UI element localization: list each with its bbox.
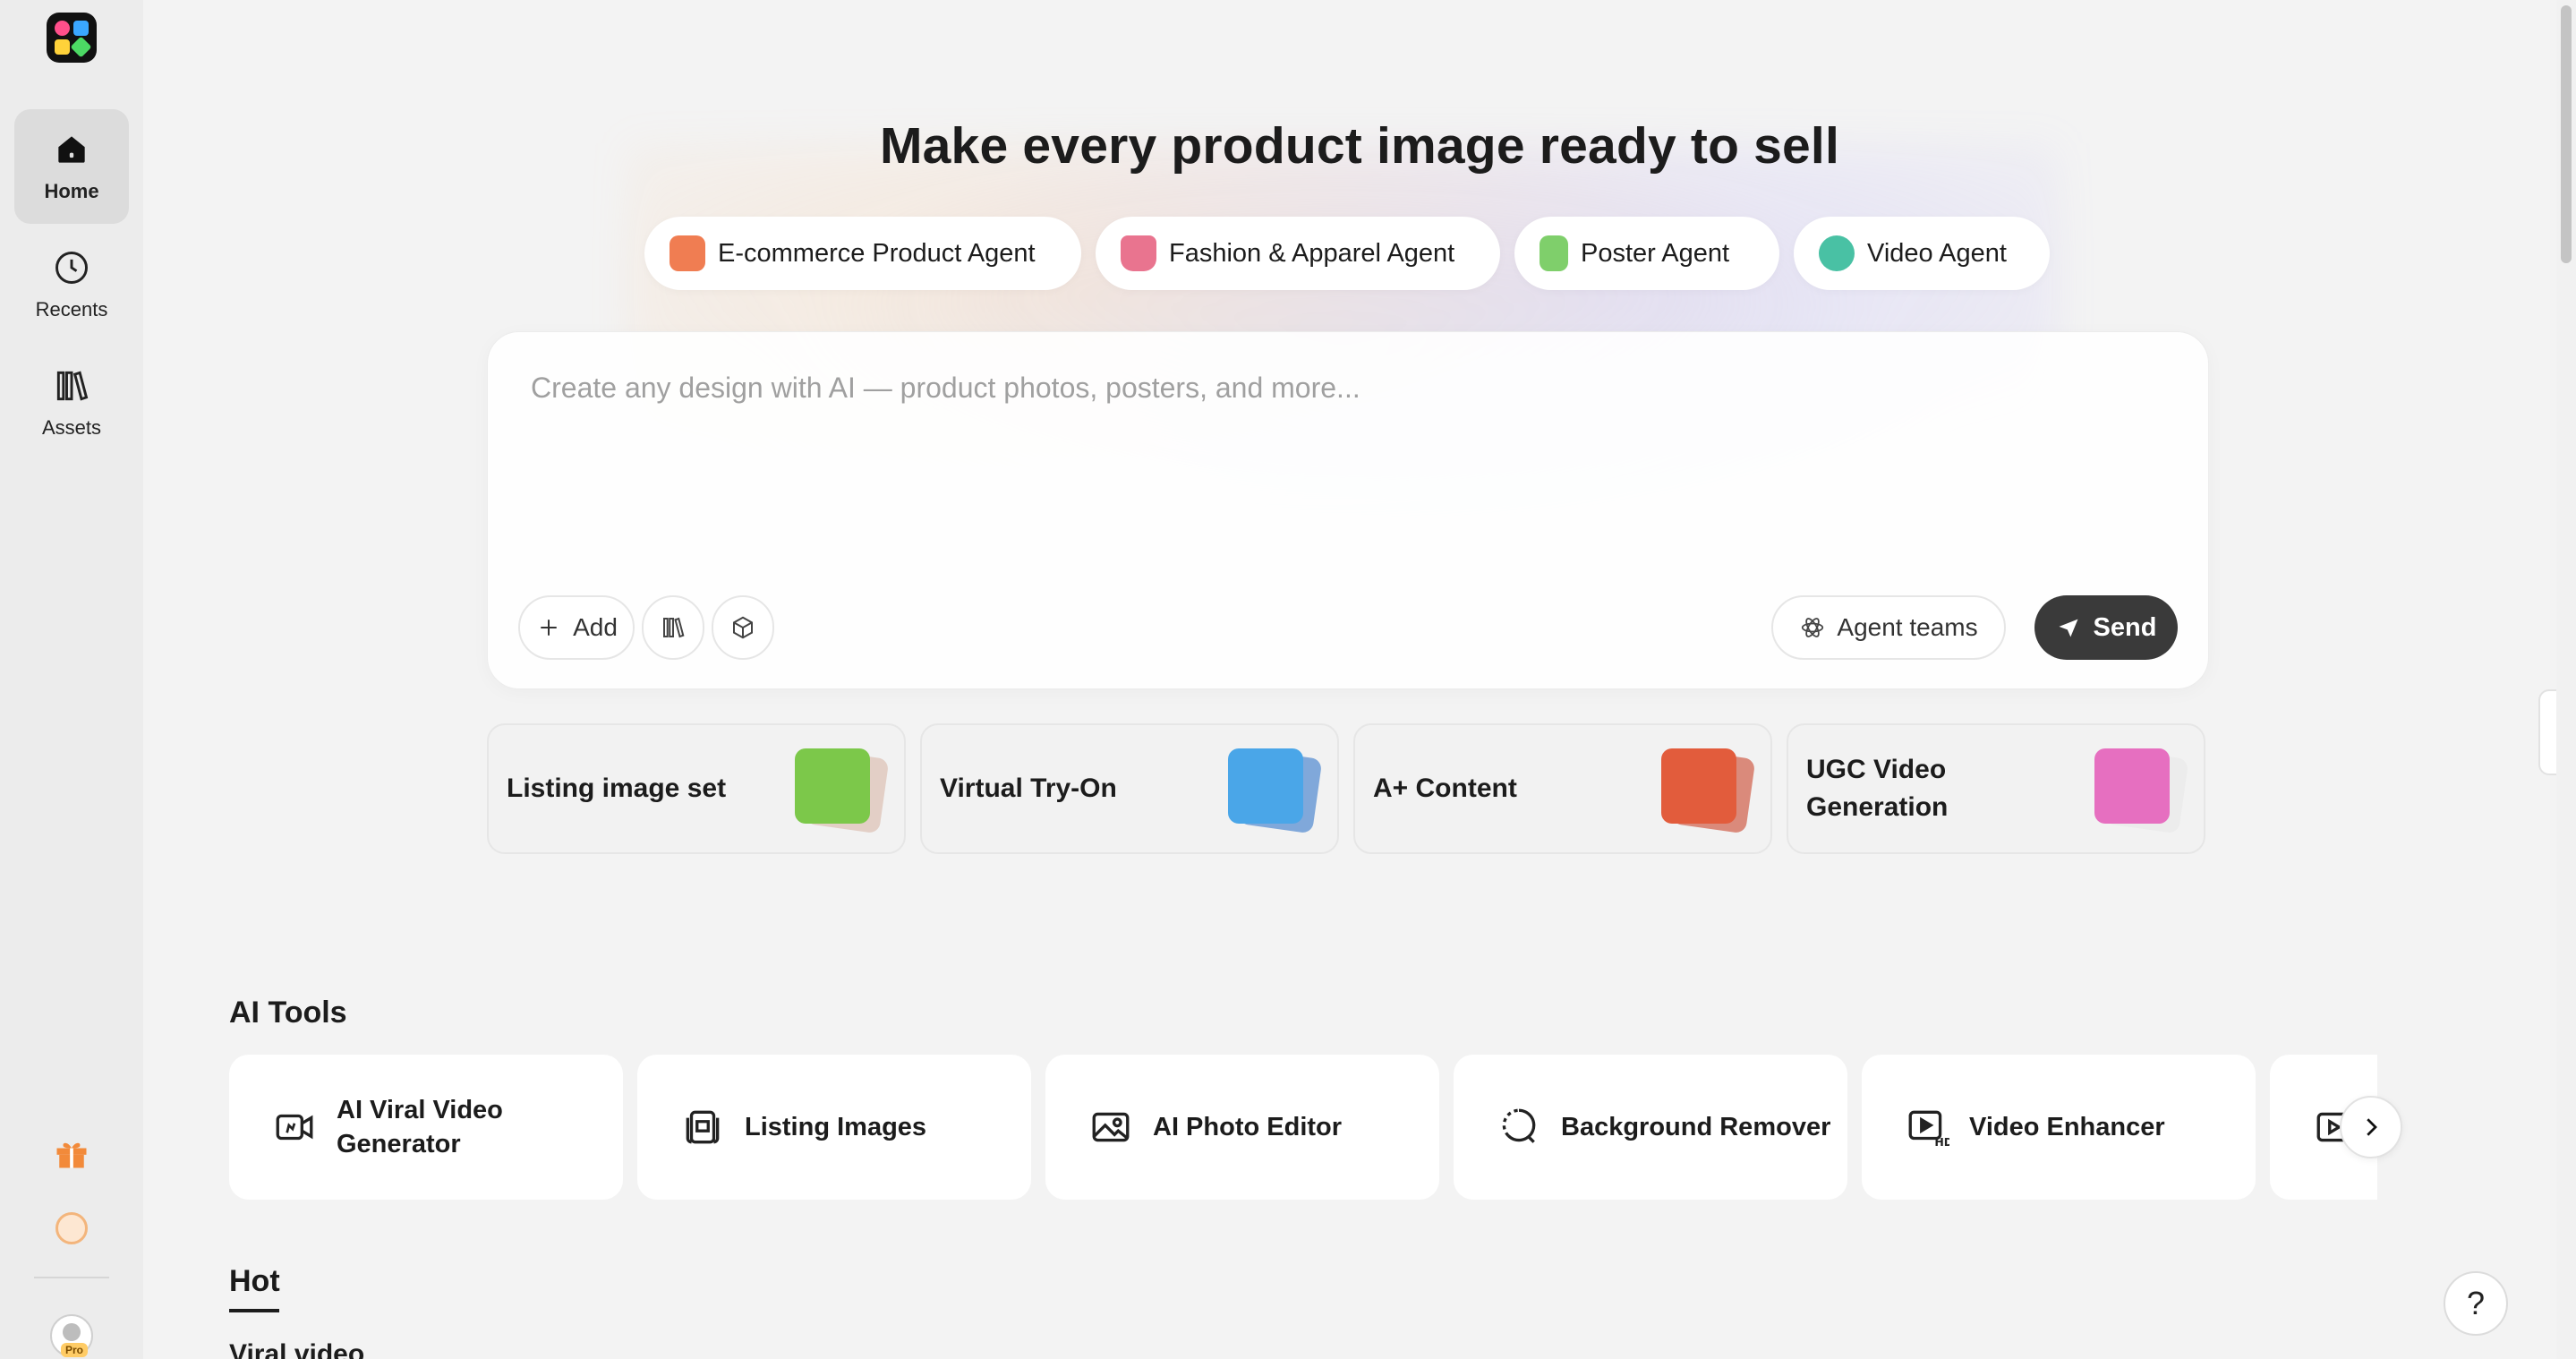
play-icon [1819, 235, 1855, 271]
agent-pill-label: E-commerce Product Agent [718, 238, 1036, 268]
lasso-icon [1502, 1108, 1536, 1143]
agent-teams-label: Agent teams [1837, 613, 1978, 641]
cube-icon [733, 616, 753, 639]
library-icon [56, 371, 89, 401]
send-button[interactable]: Send [2034, 595, 2178, 660]
sidebar-item-assets[interactable]: Assets [14, 346, 129, 460]
tab-hot[interactable]: Hot [229, 1264, 280, 1299]
quick-action-label: Virtual Try-On [940, 774, 1117, 803]
quick-action-a-plus-content[interactable]: A+ Content [1353, 723, 1772, 854]
add-button[interactable]: Add [518, 595, 635, 660]
quick-action-virtual-try-on[interactable]: Virtual Try-On [920, 723, 1339, 854]
agent-pill-video[interactable]: Video Agent [1794, 217, 2050, 290]
tool-card-ai-photo-editor[interactable]: AI Photo Editor [1045, 1055, 1439, 1200]
page-title: Make every product image ready to sell [879, 117, 1840, 175]
library-icon [663, 617, 685, 638]
tool-card-video-enhancer[interactable]: HD Video Enhancer [1862, 1055, 2256, 1200]
agent-teams-button[interactable]: Agent teams [1771, 595, 2006, 660]
credits-coin-icon[interactable] [55, 1212, 88, 1244]
listing-thumbnail-icon [795, 748, 890, 834]
quick-action-listing-image-set[interactable]: Listing image set [487, 723, 906, 854]
image-stack-icon [686, 1110, 720, 1144]
tool-card-label: Listing Images [745, 1113, 927, 1141]
add-button-label: Add [573, 613, 618, 641]
agent-pills: E-commerce Product Agent Fashion & Appar… [0, 217, 2576, 290]
ai-tools-title: AI Tools [229, 996, 347, 1030]
sidebar-item-label: Recents [35, 298, 108, 321]
sidebar-item-label: Assets [41, 416, 102, 439]
tool-card-ai-viral-video[interactable]: AI Viral Video Generator [229, 1055, 623, 1200]
quick-action-label: Listing image set [507, 774, 727, 803]
quick-action-label: A+ Content [1373, 774, 1517, 803]
tools-next-button[interactable] [2340, 1096, 2402, 1158]
hd-video-icon: HD [1908, 1110, 1949, 1149]
tool-card-background-remover[interactable]: Background Remover [1454, 1055, 1847, 1200]
3d-box-button[interactable] [712, 595, 774, 660]
chevron-right-icon [2367, 1118, 2377, 1136]
agent-pill-ecommerce[interactable]: E-commerce Product Agent [644, 217, 1081, 290]
poster-icon [1540, 235, 1568, 271]
help-button[interactable]: ? [2444, 1271, 2508, 1336]
quick-action-ugc-video[interactable]: UGC Video Generation [1787, 723, 2205, 854]
agent-pill-fashion[interactable]: Fashion & Apparel Agent [1096, 217, 1500, 290]
prompt-input[interactable] [531, 372, 2160, 515]
side-drawer-handle[interactable] [2538, 689, 2556, 775]
atom-icon [1802, 618, 1824, 637]
sidebar-divider [34, 1277, 109, 1278]
viral-video-heading: Viral video [229, 1339, 365, 1359]
plus-icon [541, 620, 557, 636]
try-on-thumbnail-icon [1228, 748, 1323, 834]
sofa-icon [670, 235, 705, 271]
tool-card-label: AI Viral Video Generator [337, 1096, 503, 1158]
home-icon [58, 136, 85, 163]
gift-icon[interactable] [52, 1133, 91, 1173]
library-button[interactable] [642, 595, 704, 660]
sidebar: Home Recents Assets Pro [0, 0, 143, 1359]
agent-pill-label: Video Agent [1867, 238, 2007, 268]
prompt-composer: Add Agent teams Send [487, 331, 2209, 689]
video-camera-icon [276, 1114, 313, 1141]
tshirt-icon [1121, 235, 1156, 271]
scrollbar-thumb[interactable] [2561, 5, 2572, 263]
tool-card-label: Background Remover [1561, 1113, 1831, 1141]
tab-hot-underline [229, 1309, 279, 1312]
ugc-thumbnail-icon [2094, 748, 2189, 834]
quick-action-label: UGC Video Generation [1806, 755, 1949, 822]
tool-card-label: Video Enhancer [1969, 1113, 2165, 1141]
agent-pill-label: Fashion & Apparel Agent [1169, 238, 1455, 268]
agent-pill-label: Poster Agent [1581, 238, 1730, 268]
agent-pill-poster[interactable]: Poster Agent [1514, 217, 1779, 290]
send-button-label: Send [2093, 612, 2157, 642]
a-plus-thumbnail-icon [1661, 748, 1756, 834]
photo-icon [1092, 1112, 1130, 1142]
sidebar-item-home[interactable]: Home [14, 109, 129, 224]
svg-text:HD: HD [1934, 1135, 1949, 1149]
tool-card-listing-images[interactable]: Listing Images [637, 1055, 1031, 1200]
app-logo[interactable] [47, 13, 97, 63]
pro-badge: Pro [61, 1343, 89, 1357]
send-icon [2059, 619, 2078, 637]
tool-card-label: AI Photo Editor [1153, 1113, 1343, 1141]
sidebar-item-label: Home [44, 180, 99, 202]
